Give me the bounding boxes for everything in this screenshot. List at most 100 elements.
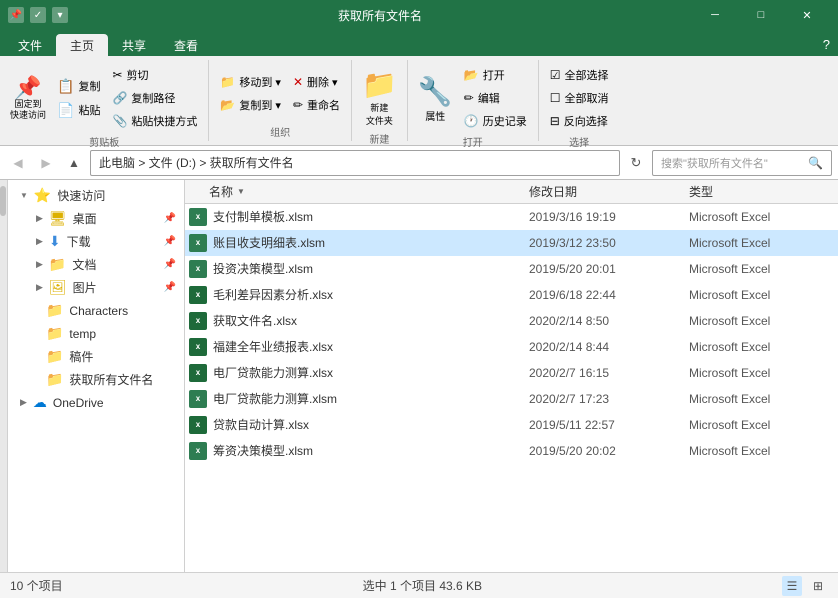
minimize-button[interactable]: ─ [692, 0, 738, 30]
copy-to-button[interactable]: 📂 复制到 ▾ [215, 94, 286, 116]
close-button[interactable]: ✕ [784, 0, 830, 30]
invert-selection-button[interactable]: ⊟ 反向选择 [545, 110, 614, 132]
excel-icon-label: x [196, 264, 200, 273]
select-all-button[interactable]: ☑ 全部选择 [545, 64, 614, 86]
delete-icon: ✕ [293, 75, 303, 89]
documents-label: 文档 [72, 256, 96, 273]
excel-icon-label: x [196, 420, 200, 429]
main-area: ▼ ⭐ 快速访问 ▶ 🖥 桌面 📌 ▶ ⬇ 下载 📌 ▶ 📁 文档 📌 [0, 180, 838, 572]
tab-view[interactable]: 查看 [160, 34, 212, 56]
file-cell-name: x 毛利差异因素分析.xlsx [189, 286, 529, 304]
table-row[interactable]: x 贷款自动计算.xlsx 2019/5/11 22:57 Microsoft … [185, 412, 838, 438]
copy-path-button[interactable]: 🔗 复制路径 [107, 87, 202, 109]
file-date: 2019/5/11 22:57 [529, 418, 689, 432]
excel-icon-label: x [196, 238, 200, 247]
copy-button[interactable]: 📋 复制 [52, 75, 105, 97]
downloads-pin-icon: 📌 [164, 236, 176, 247]
column-header-name[interactable]: 名称 ▼ [189, 183, 529, 200]
file-type: Microsoft Excel [689, 210, 834, 224]
history-button[interactable]: 🕐 历史记录 [459, 110, 532, 132]
tab-home[interactable]: 主页 [56, 34, 108, 56]
select-none-label: 全部取消 [564, 90, 608, 106]
pin-to-quick-access-button[interactable]: 📌 固定到快速访问 [6, 73, 50, 123]
checkmark-icon[interactable]: ✓ [30, 7, 46, 23]
details-view-button[interactable]: ☰ [782, 576, 802, 596]
address-path[interactable]: 此电脑 > 文件 (D:) > 获取所有文件名 [90, 150, 620, 176]
file-type: Microsoft Excel [689, 340, 834, 354]
search-box[interactable]: 搜索"获取所有文件名" 🔍 [652, 150, 832, 176]
sidebar-container: ▼ ⭐ 快速访问 ▶ 🖥 桌面 📌 ▶ ⬇ 下载 📌 ▶ 📁 文档 📌 [0, 180, 185, 572]
tab-share[interactable]: 共享 [108, 34, 160, 56]
status-bar: 10 个项目 选中 1 个项目 43.6 KB ☰ ⊞ [0, 572, 838, 598]
delete-button[interactable]: ✕ 删除 ▾ [288, 71, 345, 93]
excel-icon-label: x [196, 290, 200, 299]
move-to-button[interactable]: 📁 移动到 ▾ [215, 71, 286, 93]
delete-label: 删除 ▾ [307, 74, 338, 90]
sort-arrow: ▼ [237, 187, 245, 196]
forward-button[interactable]: ▶ [34, 151, 58, 175]
large-icons-view-button[interactable]: ⊞ [808, 576, 828, 596]
file-cell-name: x 支付制单模板.xlsm [189, 208, 529, 226]
ribbon-group-clipboard: 📌 固定到快速访问 📋 复制 📄 粘贴 ✂ 剪切 🔗 [0, 60, 209, 141]
sidebar-item-documents[interactable]: ▶ 📁 文档 📌 [8, 253, 184, 276]
excel-icon: x [189, 390, 207, 408]
edit-button[interactable]: ✏ 编辑 [459, 87, 532, 109]
sidebar-item-characters[interactable]: 📁 Characters [8, 299, 184, 322]
sidebar-item-get-filenames[interactable]: 📁 获取所有文件名 [8, 368, 184, 391]
sidebar-item-temp[interactable]: 📁 temp [8, 322, 184, 345]
column-header-type[interactable]: 类型 [689, 183, 834, 200]
ribbon: 📌 固定到快速访问 📋 复制 📄 粘贴 ✂ 剪切 🔗 [0, 56, 838, 146]
open-button[interactable]: 📂 打开 [459, 64, 532, 86]
table-row[interactable]: x 投资决策模型.xlsm 2019/5/20 20:01 Microsoft … [185, 256, 838, 282]
file-type: Microsoft Excel [689, 262, 834, 276]
cut-group: ✂ 剪切 🔗 复制路径 📎 粘贴快捷方式 [107, 64, 202, 132]
file-date: 2020/2/7 17:23 [529, 392, 689, 406]
paste-shortcut-button[interactable]: 📎 粘贴快捷方式 [107, 110, 202, 132]
select-none-button[interactable]: ☐ 全部取消 [545, 87, 614, 109]
sidebar-item-downloads[interactable]: ▶ ⬇ 下载 📌 [8, 230, 184, 253]
desktop-arrow: ▶ [36, 213, 43, 224]
sidebar-item-desktop[interactable]: ▶ 🖥 桌面 📌 [8, 207, 184, 230]
table-row[interactable]: x 支付制单模板.xlsm 2019/3/16 19:19 Microsoft … [185, 204, 838, 230]
quick-access-star-icon: ⭐ [34, 187, 51, 204]
dropdown-icon[interactable]: ▾ [52, 7, 68, 23]
file-name: 投资决策模型.xlsm [213, 260, 313, 277]
file-type: Microsoft Excel [689, 366, 834, 380]
new-folder-button[interactable]: 📁 新建文件夹 [358, 64, 401, 129]
sidebar-item-pictures[interactable]: ▶ 🖼 图片 📌 [8, 276, 184, 299]
maximize-button[interactable]: □ [738, 0, 784, 30]
temp-label: temp [69, 327, 96, 341]
up-button[interactable]: ▲ [62, 151, 86, 175]
pin-icon[interactable]: 📌 [8, 7, 24, 23]
table-row[interactable]: x 获取文件名.xlsx 2020/2/14 8:50 Microsoft Ex… [185, 308, 838, 334]
tab-file[interactable]: 文件 [4, 34, 56, 56]
properties-button[interactable]: 🔧 属性 [414, 71, 457, 125]
sidebar: ▼ ⭐ 快速访问 ▶ 🖥 桌面 📌 ▶ ⬇ 下载 📌 ▶ 📁 文档 📌 [8, 180, 184, 572]
cut-icon: ✂ [112, 68, 122, 82]
sidebar-item-quick-access[interactable]: ▼ ⭐ 快速访问 [8, 184, 184, 207]
table-row[interactable]: x 福建全年业绩报表.xlsx 2020/2/14 8:44 Microsoft… [185, 334, 838, 360]
rename-button[interactable]: ✏ 重命名 [288, 94, 345, 116]
pictures-arrow: ▶ [36, 282, 43, 293]
copy-path-icon: 🔗 [112, 91, 127, 105]
table-row[interactable]: x 筹资决策模型.xlsm 2019/5/20 20:02 Microsoft … [185, 438, 838, 464]
select-all-icon: ☑ [550, 68, 561, 82]
paste-button[interactable]: 📄 粘贴 [52, 99, 105, 121]
table-row[interactable]: x 电厂贷款能力测算.xlsm 2020/2/7 17:23 Microsoft… [185, 386, 838, 412]
quick-access-label: 快速访问 [57, 187, 105, 204]
cut-button[interactable]: ✂ 剪切 [107, 64, 202, 86]
table-row[interactable]: x 毛利差异因素分析.xlsx 2019/6/18 22:44 Microsof… [185, 282, 838, 308]
sidebar-item-drafts[interactable]: 📁 稿件 [8, 345, 184, 368]
help-button[interactable]: ? [815, 33, 838, 56]
sidebar-scroll-thumb[interactable] [0, 186, 6, 216]
table-row[interactable]: x 账目收支明细表.xlsm 2019/3/12 23:50 Microsoft… [185, 230, 838, 256]
file-type: Microsoft Excel [689, 236, 834, 250]
excel-icon: x [189, 312, 207, 330]
sidebar-item-onedrive[interactable]: ▶ ☁ OneDrive [8, 391, 184, 414]
file-date: 2020/2/7 16:15 [529, 366, 689, 380]
back-button[interactable]: ◀ [6, 151, 30, 175]
file-date: 2019/6/18 22:44 [529, 288, 689, 302]
column-header-date[interactable]: 修改日期 [529, 183, 689, 200]
refresh-button[interactable]: ↻ [624, 151, 648, 175]
table-row[interactable]: x 电厂贷款能力测算.xlsx 2020/2/7 16:15 Microsoft… [185, 360, 838, 386]
